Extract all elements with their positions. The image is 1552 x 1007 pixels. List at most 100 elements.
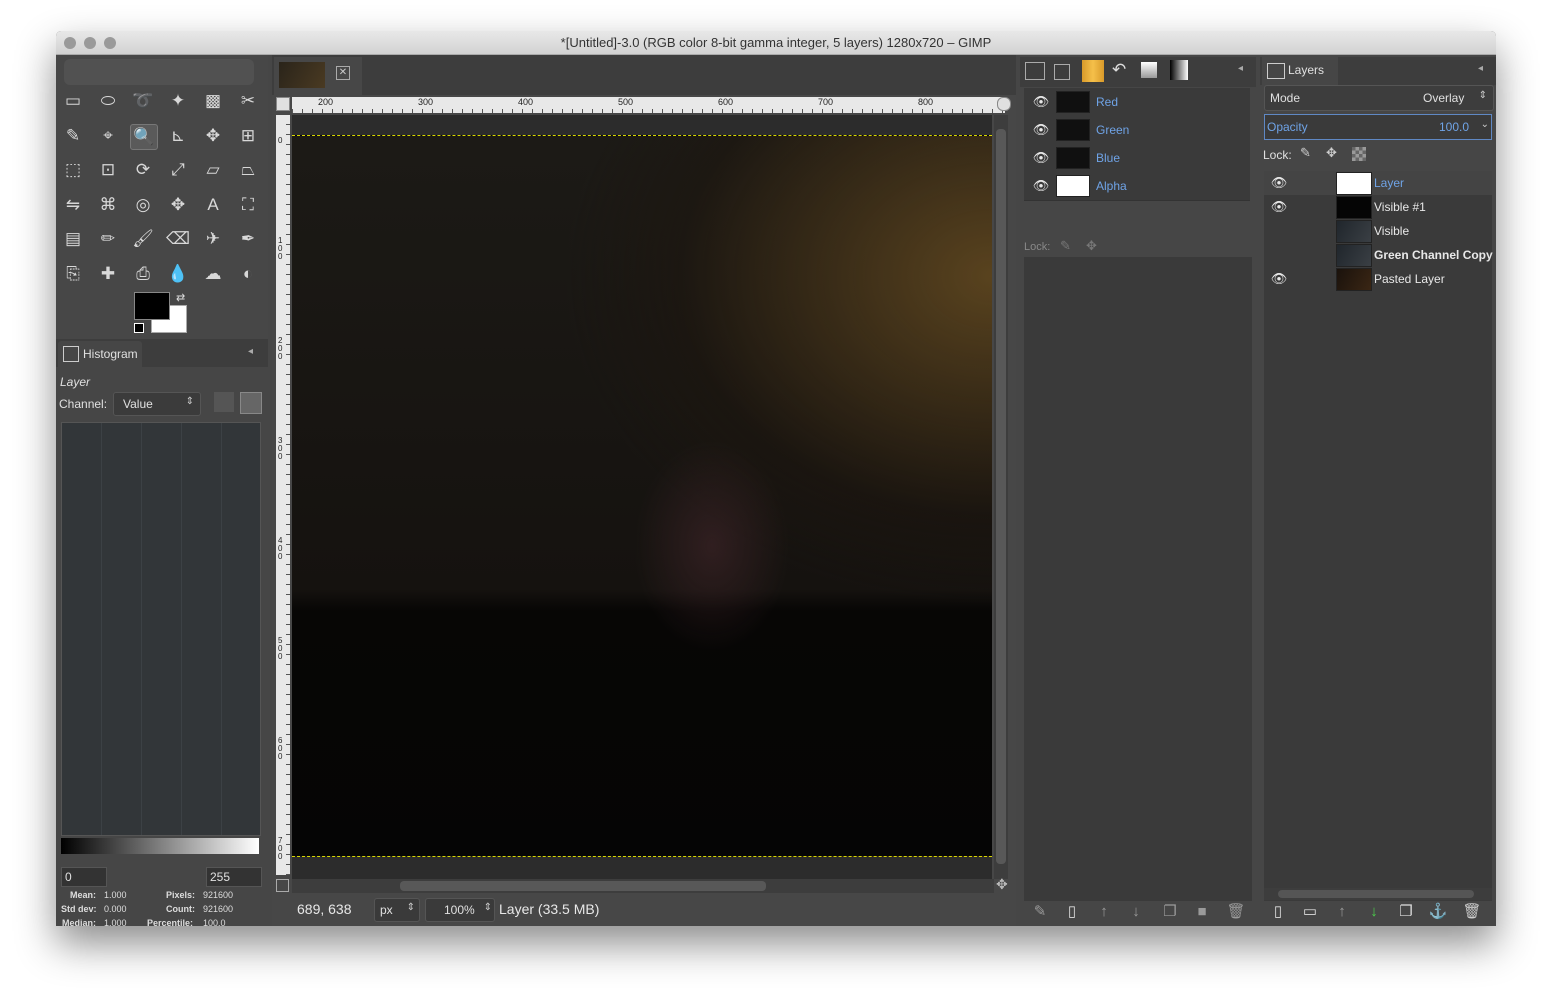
lock-pixels-icon[interactable]: ✎: [1060, 238, 1071, 254]
perspective-clone-icon[interactable]: ⎙: [130, 262, 156, 286]
delete-layer-icon[interactable]: 🗑: [1460, 901, 1484, 923]
color-picker-icon[interactable]: ⌖: [95, 124, 121, 148]
channels-dock-menu-icon[interactable]: ◂: [1238, 63, 1243, 74]
layers-tab-icon[interactable]: [1025, 62, 1045, 80]
scissors-select-icon[interactable]: ✂: [235, 89, 261, 113]
channel-row[interactable]: 👁 Red: [1024, 88, 1250, 117]
close-tab-icon[interactable]: ✕: [336, 66, 350, 80]
navigate-icon[interactable]: [276, 879, 289, 892]
horizontal-scroll-thumb[interactable]: [400, 881, 766, 891]
channels-tab-icon[interactable]: [1054, 64, 1070, 80]
zoom-icon[interactable]: 🔍: [130, 123, 158, 150]
visibility-eye-icon[interactable]: 👁: [1030, 148, 1052, 168]
layer-row[interactable]: 👁 Layer: [1264, 171, 1492, 195]
new-layer-group-icon[interactable]: ▭: [1298, 901, 1322, 923]
move-cross-icon[interactable]: ✥: [165, 193, 191, 217]
visibility-eye-icon[interactable]: 👁: [1268, 269, 1290, 289]
lasso-icon[interactable]: ➰: [130, 89, 156, 113]
airbrush-icon[interactable]: ✈: [200, 227, 226, 251]
measure-icon[interactable]: ⊾: [165, 124, 191, 148]
range-min-input[interactable]: 0: [61, 867, 107, 887]
histogram-tab[interactable]: Histogram: [58, 341, 142, 367]
opacity-spin-icon[interactable]: ⌄: [1481, 119, 1489, 130]
layer-row[interactable]: 👁 Pasted Layer: [1264, 267, 1492, 291]
text-icon[interactable]: A: [200, 193, 226, 217]
rotate-icon[interactable]: ⟳: [130, 158, 156, 182]
clone-icon[interactable]: ⎘: [60, 262, 86, 286]
lock-layer-position-icon[interactable]: ✥: [1326, 145, 1337, 161]
duplicate-channel-icon[interactable]: ❐: [1158, 901, 1182, 923]
dodge-icon[interactable]: ◐: [235, 262, 261, 286]
select-by-color-icon[interactable]: ▩: [200, 89, 226, 113]
zoom-follow-icon[interactable]: [997, 97, 1011, 111]
navigation-move-icon[interactable]: ✥: [996, 876, 1008, 893]
pattern-tab-icon[interactable]: [1141, 62, 1157, 78]
dock-menu-icon[interactable]: ◂: [248, 346, 253, 357]
rect-select-icon[interactable]: ▭: [60, 89, 86, 113]
log-histogram-icon[interactable]: [240, 392, 262, 414]
smudge-icon[interactable]: ☁: [200, 262, 226, 286]
channel-to-selection-icon[interactable]: ■: [1190, 901, 1214, 923]
paintbrush-icon[interactable]: 🖌: [130, 227, 156, 251]
swap-colors-icon[interactable]: ⇄: [176, 291, 185, 304]
layer-row[interactable]: Visible: [1264, 219, 1492, 243]
new-channel-icon[interactable]: ▯: [1060, 901, 1084, 923]
foreground-color-swatch[interactable]: [134, 292, 170, 320]
vertical-scroll-thumb[interactable]: [996, 129, 1006, 864]
lock-layer-pixels-icon[interactable]: ✎: [1300, 145, 1311, 161]
cage-icon[interactable]: ⌘: [95, 193, 121, 217]
zoom-window-button[interactable]: [104, 37, 116, 49]
visibility-eye-icon[interactable]: 👁: [1030, 176, 1052, 196]
flip-icon[interactable]: ⇋: [60, 193, 86, 217]
layer-row[interactable]: 👁 Visible #1: [1264, 195, 1492, 219]
shear-icon[interactable]: ▱: [200, 158, 226, 182]
mode-select[interactable]: Mode Overlay ⇕: [1264, 85, 1494, 111]
blend-icon[interactable]: ▤: [60, 227, 86, 251]
histogram-graph[interactable]: [61, 422, 261, 836]
undo-history-tab-icon[interactable]: ↶: [1112, 60, 1126, 80]
minimize-window-button[interactable]: [84, 37, 96, 49]
visibility-eye-icon[interactable]: 👁: [1268, 197, 1290, 217]
palette-tab-icon[interactable]: [1082, 60, 1104, 82]
pencil-icon[interactable]: ✏: [95, 227, 121, 251]
crop-icon[interactable]: ⬚: [60, 158, 86, 182]
zoom-select[interactable]: 100% ⇕: [425, 898, 495, 922]
raise-channel-icon[interactable]: ↑: [1092, 901, 1116, 923]
lower-channel-icon[interactable]: ↓: [1124, 901, 1148, 923]
move-icon[interactable]: ✥: [200, 124, 226, 148]
layers-dock-menu-icon[interactable]: ◂: [1478, 63, 1483, 74]
bucket-fill-icon[interactable]: ⛶: [235, 193, 261, 217]
channel-row[interactable]: 👁 Green: [1024, 116, 1250, 145]
horizontal-ruler[interactable]: 200 300 400 500 600 700 800: [292, 97, 1005, 113]
close-window-button[interactable]: [64, 37, 76, 49]
new-layer-icon[interactable]: ▯: [1266, 901, 1290, 923]
raise-layer-icon[interactable]: ↑: [1330, 901, 1354, 923]
channel-select[interactable]: Value ⇕: [113, 392, 201, 416]
delete-channel-icon[interactable]: 🗑: [1224, 901, 1248, 923]
opacity-slider[interactable]: Opacity 100.0 ⌄: [1264, 114, 1492, 140]
ellipse-select-icon[interactable]: ⬭: [95, 89, 121, 113]
horizontal-scrollbar[interactable]: [292, 879, 994, 893]
unified-transform-icon[interactable]: ⊡: [95, 158, 121, 182]
paths-icon[interactable]: ✎: [60, 124, 86, 148]
layers-hscroll-thumb[interactable]: [1278, 890, 1474, 898]
default-colors-icon[interactable]: [134, 323, 144, 333]
lock-position-icon[interactable]: ✥: [1086, 238, 1097, 254]
anchor-layer-icon[interactable]: ⚓: [1426, 901, 1450, 923]
layers-hscrollbar[interactable]: [1264, 888, 1492, 900]
unit-select[interactable]: px ⇕: [374, 898, 420, 922]
image-canvas[interactable]: [292, 135, 992, 857]
linear-histogram-icon[interactable]: [214, 392, 234, 412]
fuzzy-select-icon[interactable]: ✦: [165, 89, 191, 113]
visibility-eye-icon[interactable]: 👁: [1030, 92, 1052, 112]
quick-mask-corner-icon[interactable]: [276, 97, 290, 111]
vertical-ruler[interactable]: 0 1 0 0 2 0 0 3 0 0 4 0 0 5 0 0 6 0 0 7 0 0: [276, 115, 290, 875]
perspective-icon[interactable]: ⏢: [235, 158, 261, 182]
edit-channel-icon[interactable]: ✎: [1028, 901, 1052, 923]
gradient-tab-icon[interactable]: [1170, 60, 1188, 80]
eraser-icon[interactable]: ⌫: [165, 227, 191, 251]
histogram-gradient-bar[interactable]: [61, 838, 259, 854]
image-tab[interactable]: ✕: [274, 57, 362, 95]
warp-icon[interactable]: ◎: [130, 193, 156, 217]
align-icon[interactable]: ⊞: [235, 124, 261, 148]
